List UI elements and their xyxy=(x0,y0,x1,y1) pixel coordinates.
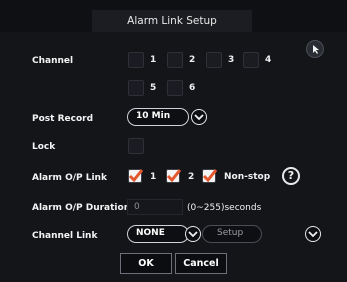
channel-3-label: 3 xyxy=(228,55,235,65)
alarm-op-2-checkbox[interactable] xyxy=(166,169,182,183)
mouse-icon xyxy=(306,40,324,58)
channel-6-checkbox[interactable] xyxy=(167,80,183,96)
alarm-op-1-label: 1 xyxy=(150,172,157,182)
alarm-op-nonstop-checkbox[interactable] xyxy=(202,169,218,183)
checkmark-icon xyxy=(202,169,218,183)
chevron-down-icon[interactable] xyxy=(191,109,207,125)
lock-checkbox[interactable] xyxy=(128,138,144,154)
channel-6-label: 6 xyxy=(189,83,196,93)
checkmark-icon xyxy=(166,169,182,183)
cancel-button[interactable]: Cancel xyxy=(175,253,227,274)
alarm-op-duration-label: Alarm O/P Duration xyxy=(32,203,131,213)
channel-label: Channel xyxy=(32,56,74,66)
alarm-op-duration-value: 0 xyxy=(134,202,140,212)
chevron-down-icon[interactable] xyxy=(305,226,321,242)
checkmark-icon xyxy=(128,169,144,183)
post-record-label: Post Record xyxy=(32,114,94,124)
post-record-value: 10 Min xyxy=(136,111,171,121)
alarm-op-duration-input[interactable]: 0 xyxy=(127,199,183,215)
help-icon[interactable]: ? xyxy=(282,167,300,185)
channel-1-label: 1 xyxy=(150,55,157,65)
channel-2-checkbox[interactable] xyxy=(167,52,183,68)
channel-link-label: Channel Link xyxy=(32,231,98,241)
setup-label: Setup xyxy=(217,228,244,238)
alarm-op-2-label: 2 xyxy=(188,172,195,182)
channel-3-checkbox[interactable] xyxy=(206,52,222,68)
alarm-op-1-checkbox[interactable] xyxy=(128,169,144,183)
alarm-op-nonstop-label: Non-stop xyxy=(224,172,271,182)
dialog-title: Alarm Link Setup xyxy=(92,10,252,33)
post-record-select[interactable]: 10 Min xyxy=(127,108,189,126)
alarm-link-panel: Channel 1 2 3 4 5 6 Post Record 10 Min L… xyxy=(0,32,347,282)
channel-2-label: 2 xyxy=(189,55,196,65)
channel-1-checkbox[interactable] xyxy=(128,52,144,68)
channel-4-checkbox[interactable] xyxy=(243,52,259,68)
chevron-down-icon[interactable] xyxy=(185,226,201,242)
channel-link-select[interactable]: NONE xyxy=(127,225,189,243)
ok-button[interactable]: OK xyxy=(120,253,172,274)
lock-label: Lock xyxy=(32,142,56,152)
channel-4-label: 4 xyxy=(265,55,272,65)
alarm-op-link-label: Alarm O/P Link xyxy=(32,173,107,183)
channel-5-checkbox[interactable] xyxy=(128,80,144,96)
setup-button[interactable]: Setup xyxy=(202,225,262,243)
alarm-op-duration-range: (0~255)seconds xyxy=(187,203,262,213)
channel-5-label: 5 xyxy=(150,83,157,93)
channel-link-value: NONE xyxy=(136,228,165,238)
